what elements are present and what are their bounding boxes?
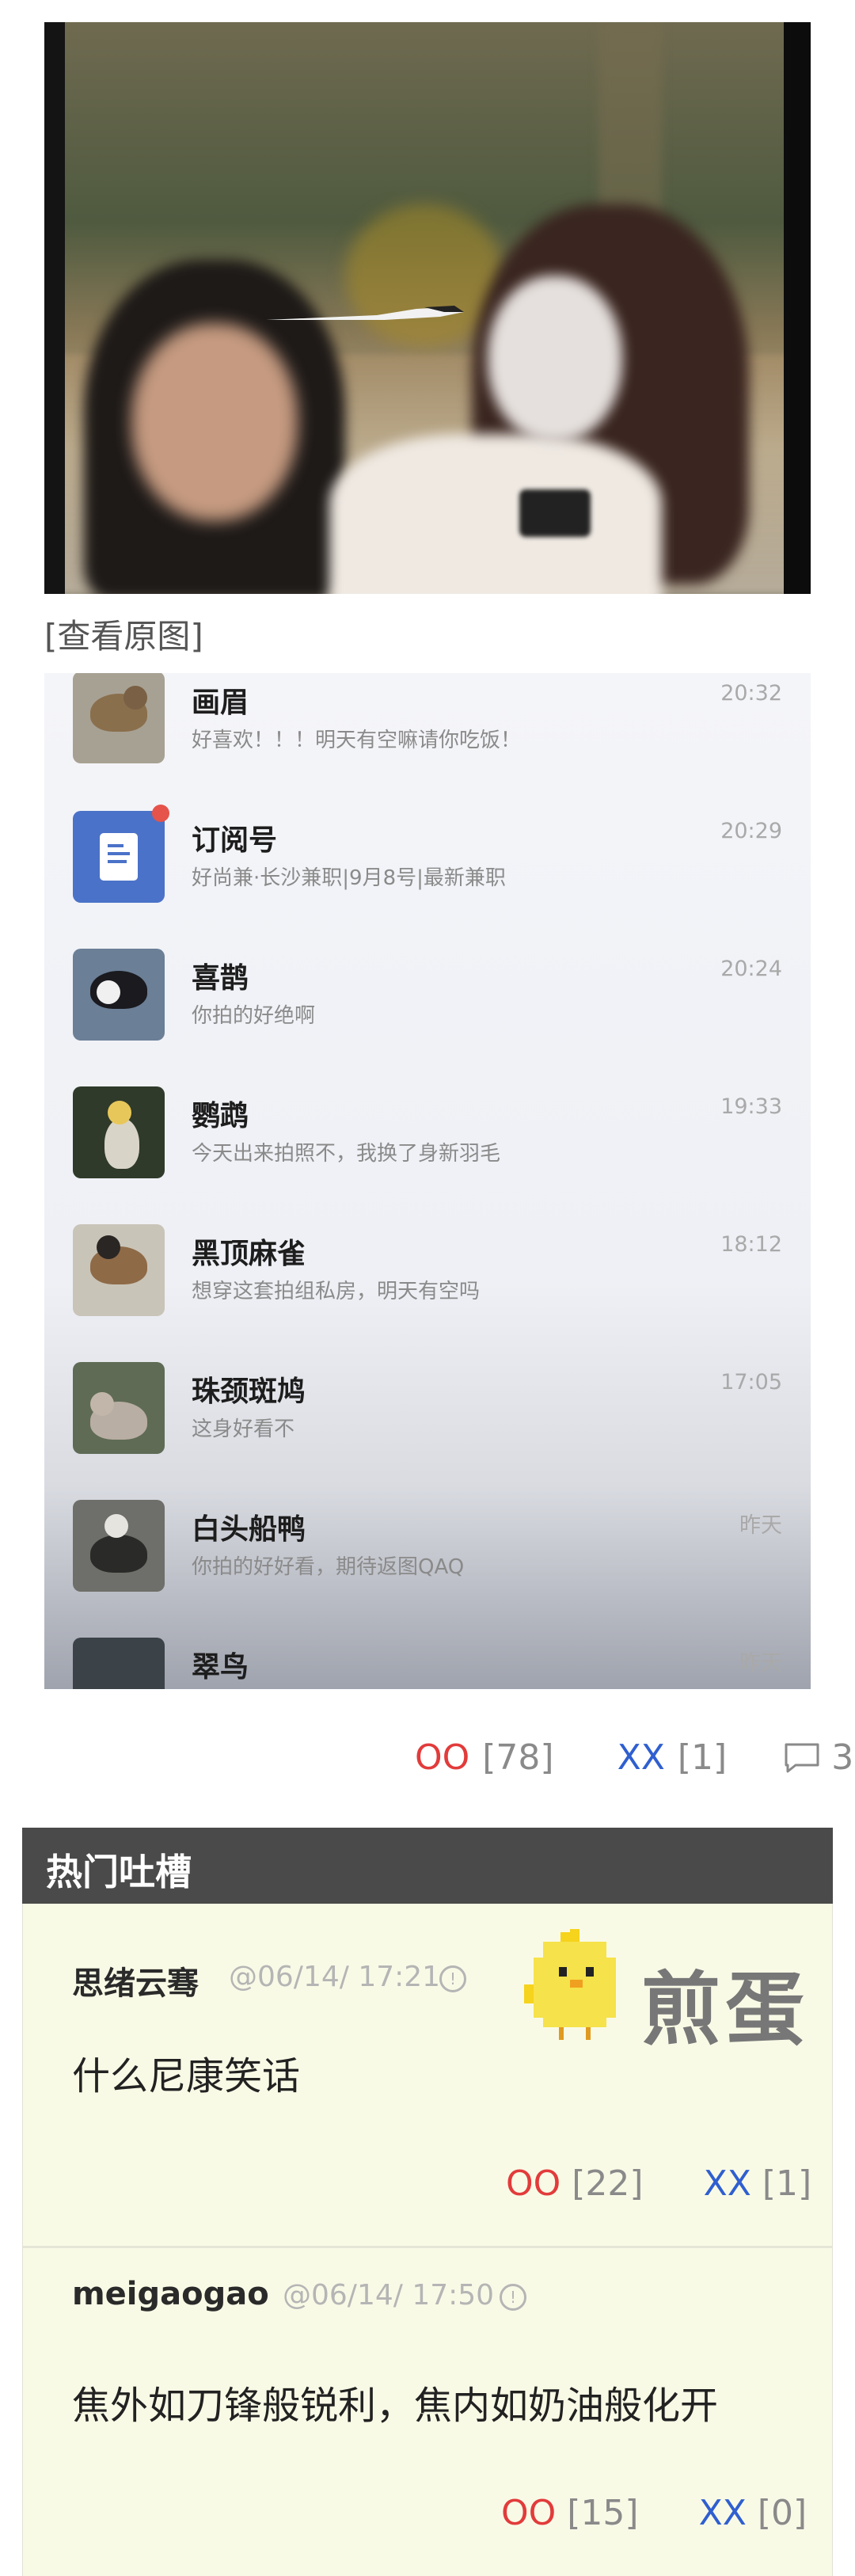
photo-coat bbox=[329, 434, 662, 594]
sparrow-avatar bbox=[73, 1224, 165, 1316]
comment-icon[interactable] bbox=[784, 1742, 820, 1774]
info-icon[interactable]: ! bbox=[439, 1965, 466, 1992]
chat-message: 想穿这套拍组私房，明天有空吗 bbox=[192, 1280, 481, 1303]
chat-name: 翠鸟 bbox=[192, 1651, 249, 1684]
chat-item: 鹦鹉 今天出来拍照不，我换了身新羽毛 19:33 bbox=[44, 1086, 811, 1224]
hot-comments-header: 热门吐槽 bbox=[22, 1828, 833, 1904]
thrush-head bbox=[124, 686, 147, 710]
comment-vote-bar: OO [22] XX [1] bbox=[506, 2163, 811, 2204]
xx-count: [0] bbox=[757, 2493, 808, 2533]
chat-time: 20:32 bbox=[720, 681, 782, 706]
duck-avatar bbox=[73, 1500, 165, 1592]
photo-phone bbox=[519, 489, 591, 537]
oo-count: [15] bbox=[567, 2493, 639, 2533]
dove-avatar bbox=[73, 1362, 165, 1454]
thrush-avatar bbox=[73, 673, 165, 763]
oo-button[interactable]: OO bbox=[506, 2163, 560, 2204]
chat-time: 18:12 bbox=[720, 1232, 782, 1257]
chat-time: 20:24 bbox=[720, 957, 782, 981]
chat-time: 19:33 bbox=[720, 1094, 782, 1119]
comment-divider bbox=[23, 2246, 832, 2248]
photo-face-right bbox=[488, 276, 622, 442]
chat-item: 白头船鸭 你拍的好好看，期待返图QAQ 昨天 bbox=[44, 1500, 811, 1638]
oo-button[interactable]: OO bbox=[501, 2493, 556, 2533]
sparrow-head bbox=[97, 1235, 120, 1259]
comment-time: @06/14/ 17:50 bbox=[283, 2279, 495, 2312]
comment-count[interactable]: 3 bbox=[831, 1737, 853, 1778]
comment-text: 什么尼康笑话 bbox=[72, 2054, 301, 2098]
oo-button[interactable]: OO bbox=[415, 1737, 469, 1778]
jandan-logo: 煎蛋 bbox=[519, 1929, 820, 2056]
post-vote-bar: OO [78] XX [1] 3 bbox=[415, 1737, 855, 1778]
comment-time: @06/14/ 17:21 bbox=[229, 1961, 441, 1993]
chat-name: 画眉 bbox=[192, 687, 249, 719]
photo-edge-left bbox=[44, 22, 65, 594]
duck-head bbox=[104, 1514, 128, 1538]
chat-item: 订阅号 好尚兼·长沙兼职|9月8号|最新兼职 20:29 bbox=[44, 805, 811, 949]
chat-name: 订阅号 bbox=[192, 824, 278, 857]
parrot-avatar bbox=[73, 1086, 165, 1178]
xx-count: [1] bbox=[762, 2163, 812, 2204]
comment-text: 焦外如刀锋般锐利，焦内如奶油般化开 bbox=[72, 2384, 719, 2428]
chat-time: 昨天 bbox=[739, 1651, 782, 1676]
chat-item: 珠颈斑鸠 这身好看不 17:05 bbox=[44, 1362, 811, 1500]
document-icon bbox=[100, 833, 138, 881]
dove-head bbox=[90, 1392, 114, 1416]
view-original-link[interactable]: [查看原图] bbox=[44, 610, 203, 658]
chat-item: 翠鸟 昨天 bbox=[44, 1638, 811, 1689]
chick-icon bbox=[524, 1929, 616, 2040]
chat-message: 好尚兼·长沙兼职|9月8号|最新兼职 bbox=[192, 866, 506, 890]
chat-item: 画眉 好喜欢！！！明天有空嘛请你吃饭！ 20:32 bbox=[44, 673, 811, 811]
info-icon[interactable]: ! bbox=[500, 2284, 526, 2311]
chat-time: 20:29 bbox=[720, 819, 782, 843]
chat-name: 黑顶麻雀 bbox=[192, 1238, 306, 1270]
xx-button[interactable]: XX bbox=[618, 1737, 665, 1778]
chat-item: 喜鹊 你拍的好绝啊 20:24 bbox=[44, 949, 811, 1086]
chat-name: 白头船鸭 bbox=[192, 1513, 306, 1546]
chat-message: 你拍的好绝啊 bbox=[192, 1004, 316, 1028]
chat-message: 这身好看不 bbox=[192, 1417, 295, 1441]
oo-count: [78] bbox=[482, 1737, 554, 1778]
hot-comments-title: 热门吐槽 bbox=[46, 1851, 192, 1893]
xx-button[interactable]: XX bbox=[699, 2493, 747, 2533]
chat-message: 好喜欢！！！明天有空嘛请你吃饭！ bbox=[192, 729, 522, 752]
kingfisher-avatar bbox=[73, 1638, 165, 1689]
chat-time: 17:05 bbox=[720, 1370, 782, 1395]
xx-button[interactable]: XX bbox=[704, 2163, 751, 2204]
magpie-belly bbox=[97, 980, 120, 1004]
chat-name: 鹦鹉 bbox=[192, 1100, 249, 1132]
chat-name: 喜鹊 bbox=[192, 962, 249, 995]
photo-bird bbox=[266, 306, 464, 320]
chat-time: 昨天 bbox=[739, 1513, 782, 1538]
subscription-icon bbox=[73, 811, 165, 903]
xx-count: [1] bbox=[677, 1737, 728, 1778]
parrot-body bbox=[104, 1118, 139, 1169]
unread-badge bbox=[152, 805, 169, 822]
chat-item: 黑顶麻雀 想穿这套拍组私房，明天有空吗 18:12 bbox=[44, 1224, 811, 1362]
chat-message: 你拍的好好看，期待返图QAQ bbox=[192, 1555, 465, 1579]
comment-author[interactable]: 思绪云骞 bbox=[72, 1958, 199, 2003]
parrot-head bbox=[108, 1101, 131, 1124]
post-photo[interactable] bbox=[44, 22, 811, 594]
chat-name: 珠颈斑鸠 bbox=[192, 1376, 306, 1408]
comment-vote-bar: OO [15] XX [0] bbox=[501, 2493, 807, 2533]
chat-message: 今天出来拍照不，我换了身新羽毛 bbox=[192, 1142, 501, 1166]
logo-wordmark: 煎蛋 bbox=[641, 1963, 809, 2056]
oo-count: [22] bbox=[572, 2163, 644, 2204]
duck-body bbox=[90, 1535, 147, 1573]
magpie-avatar bbox=[73, 949, 165, 1041]
photo-face-left bbox=[131, 323, 298, 521]
photo-edge-right bbox=[784, 22, 811, 594]
comment-author[interactable]: meigaogao bbox=[72, 2276, 269, 2312]
chat-screenshot[interactable]: 画眉 好喜欢！！！明天有空嘛请你吃饭！ 20:32 订阅号 好尚兼·长沙兼职|9… bbox=[44, 673, 811, 1689]
